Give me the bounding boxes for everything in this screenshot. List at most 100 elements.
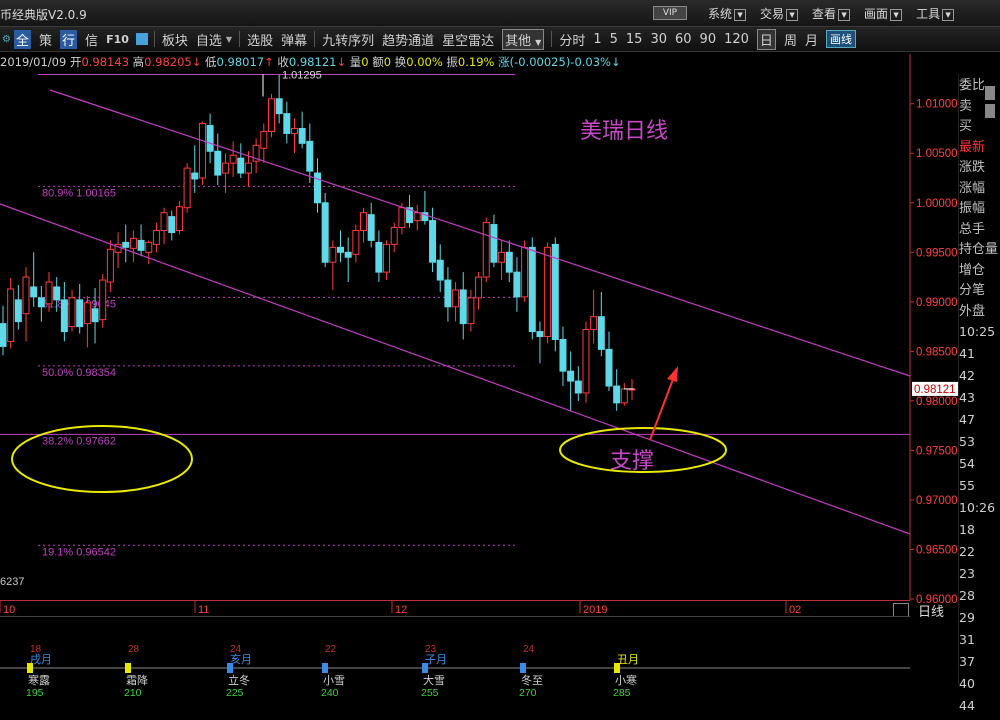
quote-field-label: 振幅: [959, 201, 986, 216]
candle: [567, 370, 575, 382]
period-week[interactable]: 周: [784, 30, 797, 49]
tab-trend-channel[interactable]: 趋势通道: [382, 30, 434, 49]
window-icon[interactable]: [135, 33, 148, 45]
period-60[interactable]: 60: [675, 32, 692, 47]
candle: [267, 98, 275, 132]
tick-time: 47: [959, 412, 975, 427]
chart-title: 美瑞日线: [580, 119, 668, 144]
tab-sector[interactable]: 板块: [162, 30, 188, 49]
y-tick-label: 0.98500: [916, 346, 958, 358]
candle: [260, 130, 268, 149]
candle: [544, 246, 552, 337]
tab-info[interactable]: 信: [85, 30, 98, 49]
candle: [76, 299, 84, 328]
term-name: 小雪: [323, 674, 345, 687]
app-title: 币经典版V2.0.9: [0, 8, 87, 22]
candle: [99, 279, 107, 321]
tick-time: 18: [959, 522, 975, 537]
period-1[interactable]: 1: [593, 32, 601, 47]
y-tick-label: 0.97500: [916, 445, 958, 457]
other-dropdown[interactable]: 其他 ▼: [502, 28, 545, 50]
menu-tools[interactable]: 工具 ▼: [916, 5, 955, 22]
period-30[interactable]: 30: [650, 32, 667, 47]
chevron-down-icon: ▼: [942, 8, 955, 21]
channel-lower-line: [0, 203, 911, 535]
menu-trade[interactable]: 交易 ▼: [760, 5, 799, 22]
candle: [160, 212, 168, 232]
candle: [475, 276, 483, 299]
settings-icon[interactable]: ⚙: [2, 34, 11, 45]
candle: [482, 222, 490, 278]
tab-nine-turn[interactable]: 九转序列: [322, 30, 374, 49]
term-month: 丑月: [617, 653, 639, 666]
x-tick-label: 02: [789, 604, 801, 616]
candle: [191, 172, 199, 180]
scroll-down-button[interactable]: [985, 104, 995, 118]
candle: [206, 125, 214, 152]
candle: [275, 98, 283, 115]
quote-side-panel: 委比卖买最新 涨跌 涨幅 振幅 总手 持仓量 增仓 分笔 外盘 10:25 41 42 43 47 53 5…: [958, 74, 1000, 713]
scrollbar[interactable]: [984, 82, 996, 124]
period-15[interactable]: 15: [626, 32, 643, 47]
period-120[interactable]: 120: [724, 32, 749, 47]
peak-label: 1.01295: [282, 69, 322, 81]
candle: [521, 246, 529, 298]
candle: [620, 388, 628, 404]
tab-strategy[interactable]: 策: [39, 30, 52, 49]
scroll-up-button[interactable]: [985, 86, 995, 100]
term-name: 大雪: [423, 673, 445, 687]
period-month[interactable]: 月: [805, 30, 818, 49]
term-day: 28: [128, 644, 140, 655]
candle: [505, 251, 513, 273]
tab-star-radar[interactable]: 星空雷达: [442, 30, 494, 49]
term-day: 24: [523, 644, 535, 655]
current-price-label: 0.98121: [914, 384, 956, 396]
fib-level-label: 80.9% 1.00165: [42, 187, 116, 199]
tab-stock-picker[interactable]: 选股: [247, 30, 273, 49]
y-tick-label: 0.99500: [916, 247, 958, 259]
period-intraday[interactable]: 分时: [559, 30, 585, 49]
quote-field-label: 涨跌: [959, 160, 986, 175]
candle: [536, 331, 544, 338]
x-tick-label: 12: [395, 604, 407, 616]
candle: [137, 239, 145, 251]
tab-danmaku[interactable]: 弹幕: [281, 30, 307, 49]
quote-field-label: 增仓: [959, 262, 986, 278]
candle: [344, 251, 352, 258]
y-tick-label: 0.96500: [916, 544, 958, 556]
tab-watchlist[interactable]: 自选: [196, 30, 222, 49]
period-button[interactable]: 日线: [918, 601, 944, 620]
candle: [14, 299, 22, 323]
candle: [452, 289, 460, 308]
menu-view[interactable]: 查看 ▼: [812, 5, 851, 22]
period-day[interactable]: 日: [756, 28, 776, 50]
candle: [367, 214, 375, 241]
quote-field-label: 涨幅: [959, 180, 986, 196]
candlestick-chart[interactable]: 1.01000 1.00500 1.00000 0.99500 0.99000 0.985…: [0, 54, 958, 614]
candle: [221, 162, 229, 174]
term-marker: [322, 663, 328, 673]
candle: [0, 323, 7, 347]
candle: [68, 297, 76, 328]
menu-screen[interactable]: 画面 ▼: [864, 5, 903, 22]
tick-time: 31: [959, 632, 975, 647]
tab-all[interactable]: 全: [14, 29, 32, 49]
tick-time: 55: [959, 478, 975, 493]
candle: [375, 241, 383, 273]
tick-time: 23: [959, 566, 975, 581]
divider: [153, 31, 155, 47]
vip-badge[interactable]: VIP: [653, 6, 687, 20]
chevron-down-icon[interactable]: ▼: [226, 35, 232, 44]
period-90[interactable]: 90: [700, 32, 717, 47]
candle: [229, 154, 237, 164]
tick-time: 44: [959, 698, 975, 713]
tab-quotes[interactable]: 行: [60, 29, 78, 49]
period-5[interactable]: 5: [610, 32, 618, 47]
chevron-down-icon: ▼: [535, 37, 542, 47]
menu-system[interactable]: 系统 ▼: [708, 5, 747, 22]
period-toggle[interactable]: [893, 603, 909, 617]
fib-level-label: 19.1% 0.96542: [42, 546, 116, 558]
tab-f10[interactable]: F10: [106, 33, 129, 46]
draw-line-button[interactable]: 画线: [825, 30, 856, 48]
candle: [314, 172, 321, 204]
